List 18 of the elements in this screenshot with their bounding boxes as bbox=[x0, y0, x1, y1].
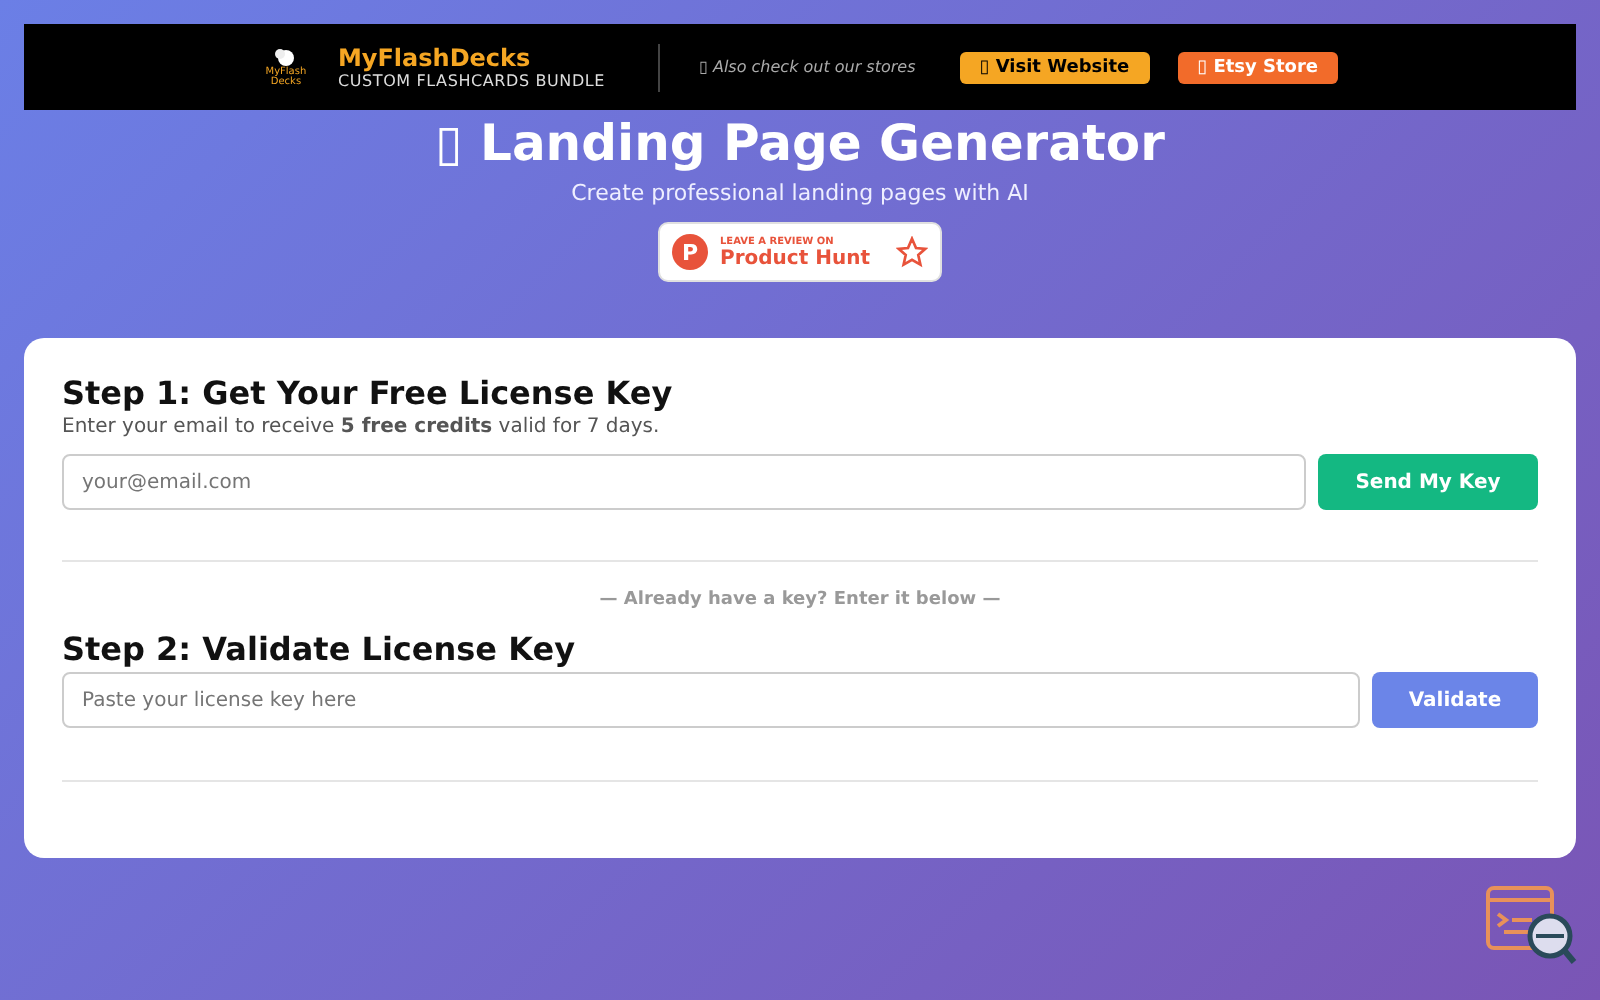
validate-button[interactable]: Validate bbox=[1372, 672, 1538, 728]
store-button[interactable]: ▯ Visit Website bbox=[959, 51, 1150, 83]
brand-tagline: CUSTOM FLASHCARDS BUNDLE bbox=[337, 72, 606, 90]
email-field[interactable]: your@email.com bbox=[62, 454, 1306, 510]
star-icon bbox=[896, 236, 928, 268]
page-subtitle: Create professional landing pages with AI bbox=[571, 180, 1029, 206]
brand-name: MyFlashDecks bbox=[337, 44, 533, 72]
divider-text: — Already have a key? Enter it below — bbox=[597, 590, 1003, 610]
store-button[interactable]: ▯ Etsy Store bbox=[1177, 51, 1339, 83]
step-title: Step 1: Get Your Free License Key bbox=[62, 374, 675, 412]
page-title: ▯ Landing Page Generator bbox=[435, 114, 1165, 172]
send-key-button[interactable]: Send My Key bbox=[1318, 454, 1538, 510]
step-description: Enter your email to receive 5 free credits valid for 7 days. bbox=[62, 416, 662, 438]
step-title: Step 2: Validate License Key bbox=[62, 630, 577, 668]
license-key-field[interactable]: Paste your license key here bbox=[62, 672, 1360, 728]
badge-label: Product Hunt bbox=[720, 247, 872, 269]
product-hunt-icon: P bbox=[672, 234, 708, 270]
stores-note: ▯ Also check out our stores bbox=[699, 58, 916, 76]
